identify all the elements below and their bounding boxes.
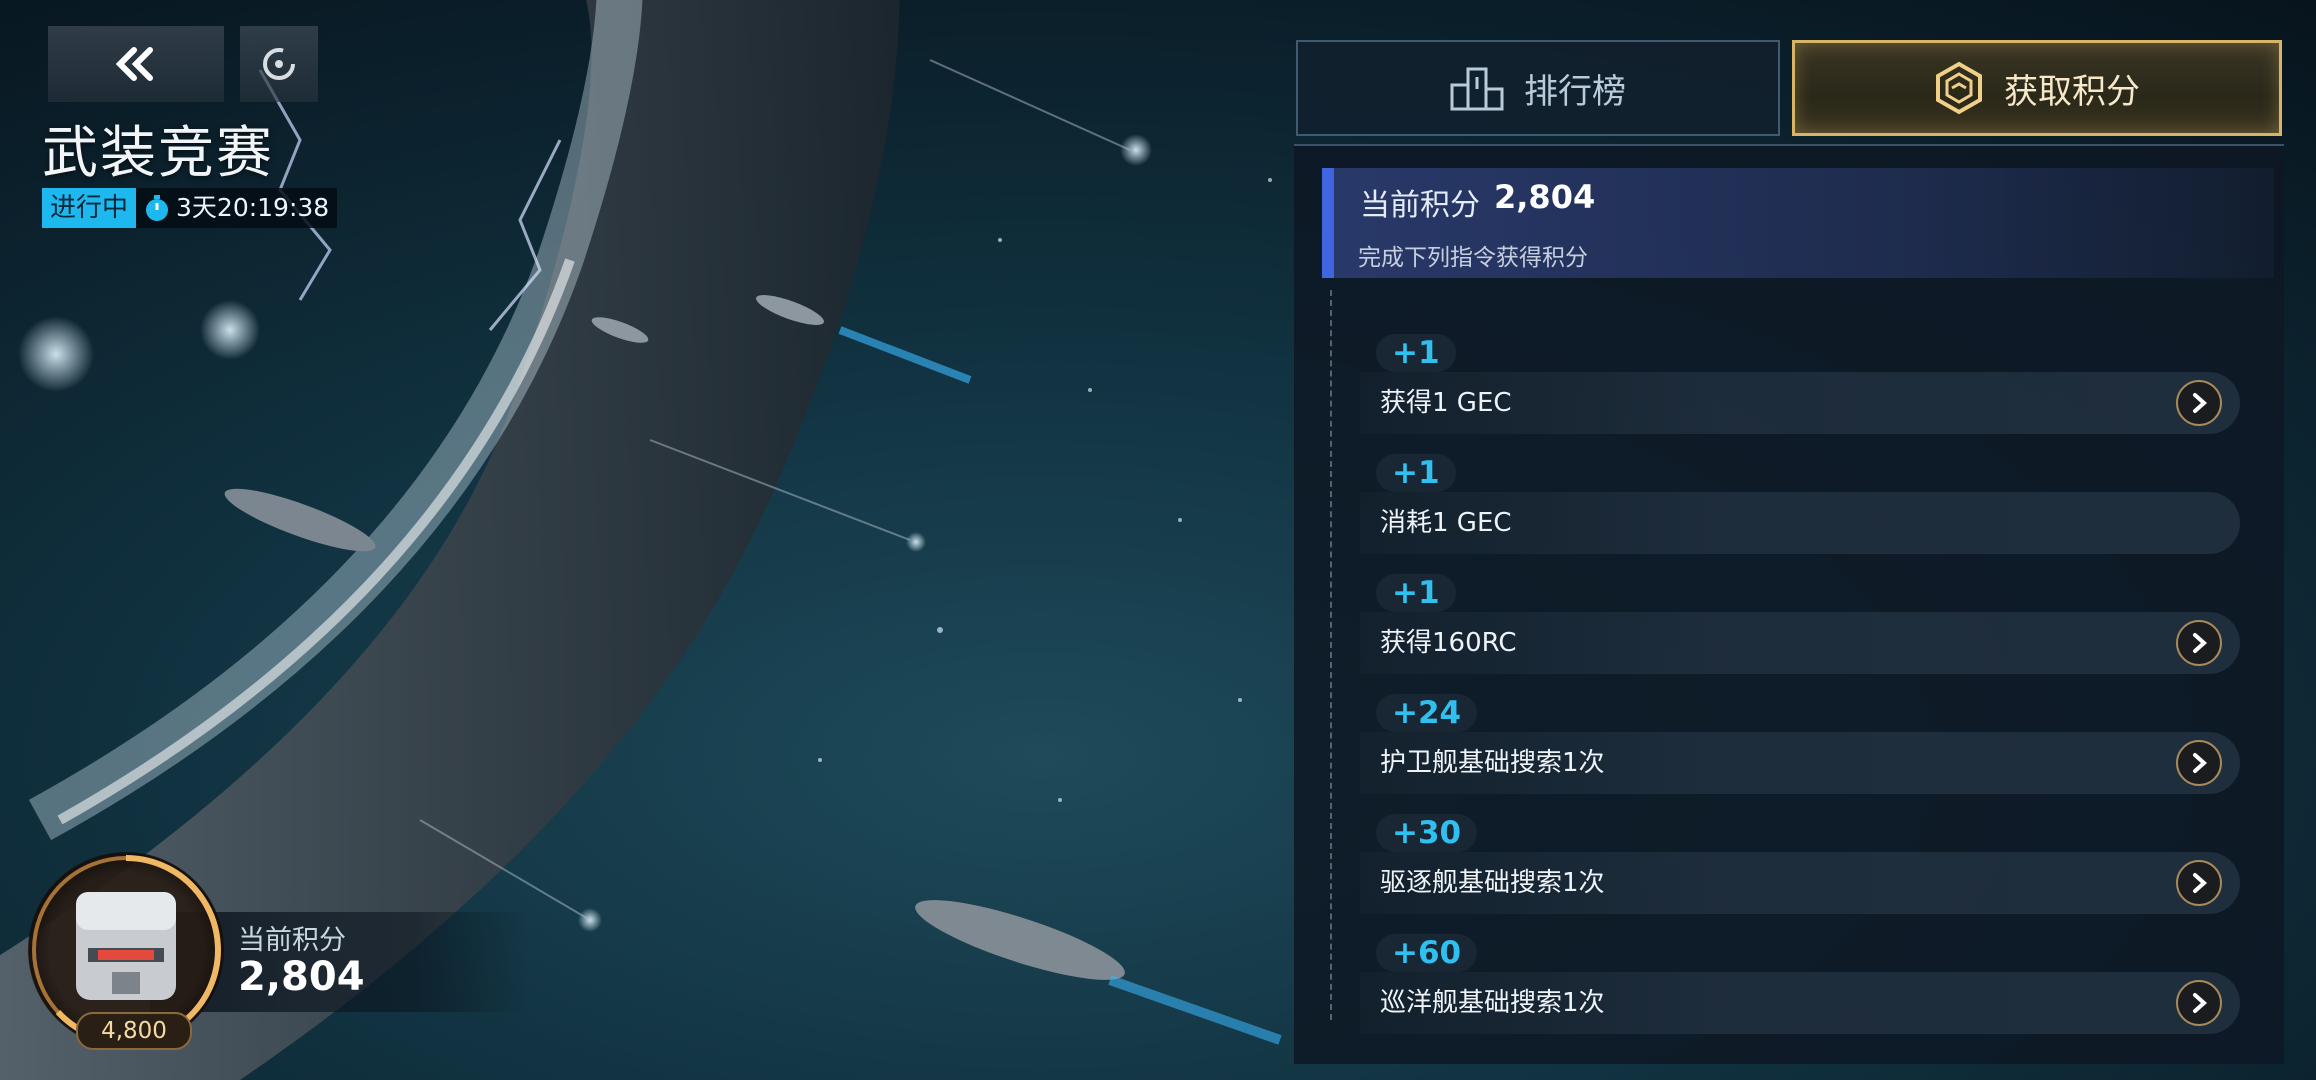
task-item: +24 护卫舰基础搜索1次 <box>1360 682 2240 794</box>
panel-points-value: 2,804 <box>1494 178 1596 216</box>
double-chevron-left-icon <box>115 47 153 81</box>
tab-earn-points-label: 获取积分 <box>2004 71 2140 112</box>
hexagon-points-icon <box>1936 61 1982 115</box>
current-points-value: 2,804 <box>238 954 365 1000</box>
countdown-timer: 3天20:19:38 <box>136 188 338 228</box>
chevron-right-icon <box>2193 753 2208 773</box>
panel-subtitle: 完成下列指令获得积分 <box>1358 245 1588 271</box>
chevron-right-icon <box>2193 873 2208 893</box>
stopwatch-icon <box>146 195 169 221</box>
chevron-right-icon <box>2193 393 2208 413</box>
task-points: +1 <box>1376 574 1456 612</box>
task-go-button[interactable] <box>2176 620 2222 666</box>
task-name: 护卫舰基础搜索1次 <box>1380 748 1605 778</box>
task-go-button[interactable] <box>2176 980 2222 1026</box>
task-timeline-line <box>1330 290 1332 1020</box>
task-item: +1 获得1 GEC <box>1360 322 2240 434</box>
status-badge: 进行中 <box>42 188 137 228</box>
task-points: +30 <box>1376 814 1478 852</box>
task-go-button[interactable] <box>2176 860 2222 906</box>
task-points: +1 <box>1376 454 1456 492</box>
task-item: +60 巡洋舰基础搜索1次 <box>1360 922 2240 1034</box>
task-name: 获得1 GEC <box>1380 388 1512 418</box>
podium-icon <box>1450 67 1504 111</box>
task-points: +60 <box>1376 934 1478 972</box>
page-title: 武装竞赛 <box>42 121 274 186</box>
task-name: 巡洋舰基础搜索1次 <box>1380 988 1605 1018</box>
task-points: +24 <box>1376 694 1478 732</box>
task-item: +1 获得160RC <box>1360 562 2240 674</box>
task-go-button[interactable] <box>2176 380 2222 426</box>
task-item: +30 驱逐舰基础搜索1次 <box>1360 802 2240 914</box>
task-name: 获得160RC <box>1380 628 1517 658</box>
tab-leaderboard[interactable]: 排行榜 <box>1296 40 1780 136</box>
tab-earn-points[interactable]: 获取积分 <box>1792 40 2282 136</box>
panel-points-label: 当前积分 <box>1360 188 1480 223</box>
tab-leaderboard-label: 排行榜 <box>1524 71 1626 112</box>
chevron-right-icon <box>2193 993 2208 1013</box>
reward-target-badge: 4,800 <box>76 1012 192 1050</box>
event-status-row: 进行中 3天20:19:38 <box>42 188 338 228</box>
timer-text: 3天20:19:38 <box>176 193 330 222</box>
chevron-right-icon <box>2193 633 2208 653</box>
current-points-label: 当前积分 <box>238 925 346 956</box>
back-button[interactable] <box>48 26 224 102</box>
task-points: +1 <box>1376 334 1456 372</box>
refresh-button[interactable] <box>240 26 318 102</box>
task-item: +1 消耗1 GEC <box>1360 442 2240 554</box>
task-name: 驱逐舰基础搜索1次 <box>1380 868 1605 898</box>
refresh-icon <box>263 48 295 80</box>
task-go-button[interactable] <box>2176 740 2222 786</box>
task-name: 消耗1 GEC <box>1380 508 1512 538</box>
